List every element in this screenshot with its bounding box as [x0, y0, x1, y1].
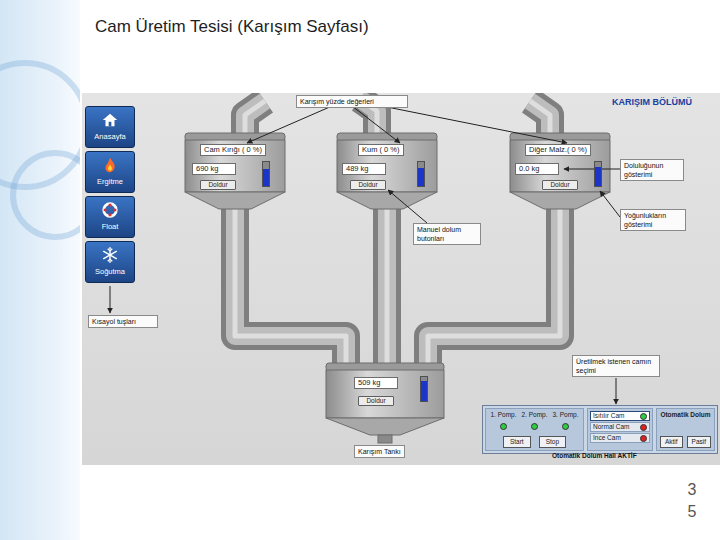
- snowflake-icon: [101, 246, 119, 264]
- page-number: 35: [682, 479, 702, 523]
- glass-type-label: Isıtılır Cam: [593, 412, 624, 420]
- annotation-arrow: [600, 191, 620, 217]
- level-fill: [595, 167, 601, 186]
- auto-fill-title: Otomatik Dolum: [659, 411, 712, 419]
- glass-type-dot: [640, 424, 647, 431]
- sidebar-label: Anasayfa: [94, 131, 125, 142]
- tank-weight-field: 509 kg: [354, 377, 398, 389]
- silo-weight-field: 489 kg: [342, 163, 386, 175]
- tank-fill-button[interactable]: Doldur: [358, 396, 394, 406]
- pump-status-dot: [562, 423, 569, 430]
- sidebar-item[interactable]: Ergitme: [85, 151, 135, 193]
- silo-percent-label: Cam Kırığı ( 0 %): [200, 144, 266, 156]
- stop-button[interactable]: Stop: [539, 436, 566, 448]
- level-track: [262, 161, 270, 187]
- glass-type-dot: [640, 413, 647, 420]
- start-button[interactable]: Start: [503, 436, 531, 448]
- annotation-label: Doluluğunun gösterimi: [620, 159, 684, 181]
- main-area: Cam Üretim Tesisi (Karışım Sayfası): [80, 0, 720, 540]
- hmi-screen: KARIŞIM BÖLÜMÜ Anasayfa Ergitme Float Soğutm…: [82, 93, 720, 465]
- glass-type-dot: [640, 435, 647, 442]
- snowflake-icon: [101, 246, 119, 264]
- silo-weight-field: 0.0 kg: [515, 163, 559, 175]
- annotation-arrow: [247, 106, 332, 143]
- annotation-label: Yoğunlukların gösterimi: [620, 209, 686, 231]
- auto-fill-button[interactable]: Aktif: [660, 436, 683, 448]
- sidebar-item[interactable]: Float: [85, 196, 135, 238]
- sidebar-label: Soğutma: [95, 266, 125, 277]
- decor-ring: [10, 150, 80, 240]
- pump-status-dot: [531, 423, 538, 430]
- manual-fill-button[interactable]: Doldur: [200, 180, 236, 190]
- silo-percent-label: Kum ( 0 %): [358, 144, 404, 156]
- sidebar-label: Ergitme: [97, 176, 123, 187]
- auto-fill-section: Otomatik Dolum Aktif Pasif: [656, 408, 715, 451]
- pump-button-row: Start Stop: [488, 436, 581, 448]
- page-number-digit: 5: [682, 501, 702, 523]
- control-panel: 1. Pomp.2. Pomp.3. Pomp. Start Stop Isıtılı…: [482, 405, 718, 454]
- sidebar-label: Float: [102, 221, 119, 232]
- annotation-arrow: [382, 106, 567, 143]
- section-title: KARIŞIM BÖLÜMÜ: [612, 96, 692, 110]
- flame-icon: [101, 156, 119, 174]
- pump-label: 1. Pomp.: [488, 411, 519, 419]
- glass-type-section: Isıtılır Cam Normal Cam İnce Cam: [587, 408, 653, 451]
- annotation-label: Karışım yüzde değerleri: [296, 95, 408, 108]
- page-number-digit: 3: [682, 479, 702, 501]
- tank-level-fill: [421, 381, 427, 401]
- pump-status-dot: [500, 423, 507, 430]
- pump-label-row: 1. Pomp.2. Pomp.3. Pomp.: [488, 411, 581, 419]
- tank-label: Karışım Tankı: [354, 445, 405, 458]
- pump-label: 2. Pomp.: [519, 411, 550, 419]
- level-track: [417, 161, 425, 187]
- tank-level-track: [420, 376, 428, 402]
- glass-type-option[interactable]: Normal Cam: [590, 422, 650, 432]
- pump-dot-row: [488, 423, 581, 432]
- pump-indicator-cell: [488, 423, 519, 432]
- slide-title: Cam Üretim Tesisi (Karışım Sayfası): [80, 16, 720, 38]
- level-fill: [418, 168, 424, 186]
- lifebuoy-icon: [101, 201, 119, 219]
- pump-label: 3. Pomp.: [550, 411, 581, 419]
- auto-fill-status: Otomatik Dolum Hali AKTİF: [552, 451, 637, 461]
- glass-type-option[interactable]: Isıtılır Cam: [590, 411, 650, 421]
- sidebar-item[interactable]: Soğutma: [85, 241, 135, 283]
- auto-fill-button[interactable]: Pasif: [687, 436, 711, 448]
- silo-percent-label: Diğer Malz.( 0 %): [525, 144, 591, 156]
- home-icon: [101, 111, 119, 129]
- annotation-arrow: [352, 106, 400, 143]
- slide: Cam Üretim Tesisi (Karışım Sayfası): [0, 0, 720, 540]
- lifebuoy-icon: [101, 201, 119, 219]
- annotation-label: Kısayol tuşları: [88, 315, 158, 328]
- annotation-arrow: [110, 286, 111, 313]
- level-track: [594, 161, 602, 187]
- auto-fill-button-row: Aktif Pasif: [659, 436, 712, 448]
- annotation-arrow: [388, 190, 427, 223]
- sidebar-item[interactable]: Anasayfa: [85, 106, 135, 148]
- decor-strip: [0, 0, 80, 540]
- annotation-label: Manuel dolum butonları: [413, 223, 481, 245]
- pump-indicator-cell: [550, 423, 581, 432]
- annotation-arrow: [564, 169, 620, 170]
- glass-type-option[interactable]: İnce Cam: [590, 433, 650, 443]
- pump-section: 1. Pomp.2. Pomp.3. Pomp. Start Stop: [485, 408, 584, 451]
- silo-weight-field: 690 kg: [192, 163, 236, 175]
- annotation-label: Üretilmek istenen camın seçimi: [572, 355, 660, 377]
- manual-fill-button[interactable]: Doldur: [542, 180, 578, 190]
- flame-icon: [101, 156, 119, 174]
- pump-indicator-cell: [519, 423, 550, 432]
- level-fill: [263, 169, 269, 186]
- annotation-arrow: [616, 378, 617, 404]
- glass-type-label: Normal Cam: [593, 423, 629, 431]
- decor-ring: [0, 60, 80, 190]
- home-icon: [101, 111, 119, 129]
- manual-fill-button[interactable]: Doldur: [350, 180, 386, 190]
- glass-type-label: İnce Cam: [593, 434, 621, 442]
